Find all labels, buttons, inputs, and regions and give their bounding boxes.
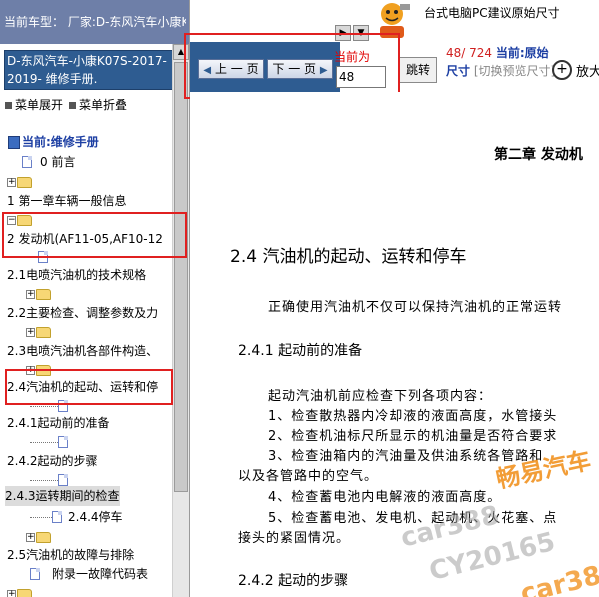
- folder-icon: [17, 588, 32, 597]
- menu-controls: 菜单展开 菜单折叠: [5, 96, 127, 113]
- subsection-2-4-2: 2.4.2 起动的步骤: [238, 573, 349, 589]
- page-icon: [52, 511, 62, 523]
- subsection-2-4-1: 2.4.1 起动前的准备: [238, 343, 363, 359]
- tree-item-2-4-1[interactable]: 2.4.1起动前的准备: [7, 413, 110, 433]
- expand-icon[interactable]: +: [7, 589, 16, 597]
- tree-connector: [30, 479, 58, 481]
- tree-item-2-4-2[interactable]: 2.4.2起动的步骤: [7, 451, 98, 471]
- body-line: 接头的紧固情况。: [238, 531, 351, 546]
- tree-item-2-4-3[interactable]: 2.4.3运转期间的检查: [5, 486, 120, 506]
- book-icon: [8, 135, 20, 149]
- tree-connector: [30, 405, 58, 407]
- highlight-box: [184, 33, 400, 99]
- tree-folder[interactable]: +: [7, 584, 32, 597]
- tree-item-preface[interactable]: 0 前言: [22, 152, 75, 172]
- expand-icon[interactable]: +: [26, 289, 35, 299]
- expand-icon[interactable]: +: [26, 327, 35, 337]
- page-icon: [58, 474, 68, 486]
- tree-connector: [30, 516, 52, 518]
- intro-paragraph: 正确使用汽油机不仅可以保持汽油机的正常运转: [268, 300, 563, 315]
- page-icon: [58, 436, 68, 448]
- scroll-thumb[interactable]: [174, 62, 188, 492]
- expand-icon[interactable]: +: [7, 177, 16, 187]
- preview-size: 尺寸 [切换预览尺寸]: [446, 64, 556, 78]
- tree-connector: [30, 441, 58, 443]
- tree-root[interactable]: 当前:维修手册: [8, 132, 99, 152]
- section-title: 2.4 汽油机的起动、运转和停车: [230, 247, 467, 267]
- tree-item-chapter1[interactable]: 1 第一章车辆一般信息: [7, 191, 126, 211]
- model-bar: 当前车型： 厂家:D-东风汽车小康K07S2017-2019: [0, 0, 189, 44]
- page-count: 48/ 724 当前:原始: [446, 46, 549, 60]
- square-icon: [5, 101, 12, 109]
- square-icon: [69, 101, 77, 109]
- tree-item-appendix[interactable]: 附录一故障代码表: [30, 564, 148, 584]
- body-line: 1、检查散热器内冷却液的液面高度，水管接头: [268, 409, 558, 424]
- tree-item-2-5[interactable]: 2.5汽油机的故障与排除: [7, 545, 134, 565]
- menu-expand-button[interactable]: 菜单展开: [5, 96, 63, 113]
- tree-page[interactable]: [30, 432, 68, 452]
- folder-icon: [36, 326, 51, 338]
- highlight-box: [2, 212, 187, 258]
- tree-item-2-2[interactable]: 2.2主要检查、调整参数及力: [7, 303, 158, 323]
- body-line: 以及各管路中的空气。: [238, 469, 379, 484]
- body-line: 2、检查机油标尺所显示的机油量是否符合要求: [268, 429, 558, 444]
- zoom-button[interactable]: + 放大: [552, 60, 599, 80]
- jump-button[interactable]: 跳转: [399, 57, 437, 83]
- chapter-heading: 第二章 发动机: [494, 147, 583, 163]
- page-icon: [30, 568, 40, 580]
- folder-icon: [36, 531, 51, 543]
- tree-item-2-3[interactable]: 2.3电喷汽油机各部件构造、: [7, 341, 158, 361]
- tree-folder[interactable]: +: [26, 322, 51, 342]
- manual-title[interactable]: D-东风汽车-小康K07S-2017-2019- 维修手册.: [4, 50, 182, 90]
- tree-item-2-1[interactable]: 2.1电喷汽油机的技术规格: [7, 265, 146, 285]
- left-panel: 当前车型： 厂家:D-东风汽车小康K07S2017-2019 D-东风汽车-小康…: [0, 0, 190, 597]
- tree-item-2-4-4[interactable]: 2.4.4停车: [30, 507, 123, 527]
- page-icon: [22, 156, 32, 168]
- tree-scrollbar[interactable]: ▲: [172, 44, 189, 597]
- expand-icon[interactable]: +: [26, 532, 35, 542]
- body-line: 起动汽油机前应检查下列各项内容：: [268, 389, 493, 404]
- folder-icon: [36, 288, 51, 300]
- watermark-site-orange: car38: [517, 560, 599, 597]
- body-line: 3、检查油箱内的汽油量及供油系统各管路和: [268, 449, 544, 464]
- tip-text: 台式电脑PC建议原始尺寸: [424, 6, 560, 20]
- folder-icon: [17, 176, 32, 188]
- menu-collapse-button[interactable]: 菜单折叠: [69, 96, 127, 113]
- current-model: 当前车型： 厂家:D-东风汽车小康K07S2017-2019: [4, 16, 186, 29]
- preview-toggle-link[interactable]: [切换预览尺寸]: [474, 64, 555, 78]
- highlight-box: [5, 369, 173, 405]
- document-page: 第二章 发动机 2.4 汽油机的起动、运转和停车 正确使用汽油机不仅可以保持汽油…: [190, 92, 599, 597]
- zoom-in-icon: +: [552, 60, 572, 80]
- watermark-code: CY20165: [426, 526, 559, 588]
- body-line: 5、检查蓄电池、发电机、起动机、火花塞、点: [268, 511, 558, 526]
- tree-folder[interactable]: +: [7, 172, 32, 192]
- body-line: 4、检查蓄电池内电解液的液面高度。: [268, 490, 502, 505]
- tree-folder[interactable]: +: [26, 284, 51, 304]
- tree-folder[interactable]: +: [26, 527, 51, 547]
